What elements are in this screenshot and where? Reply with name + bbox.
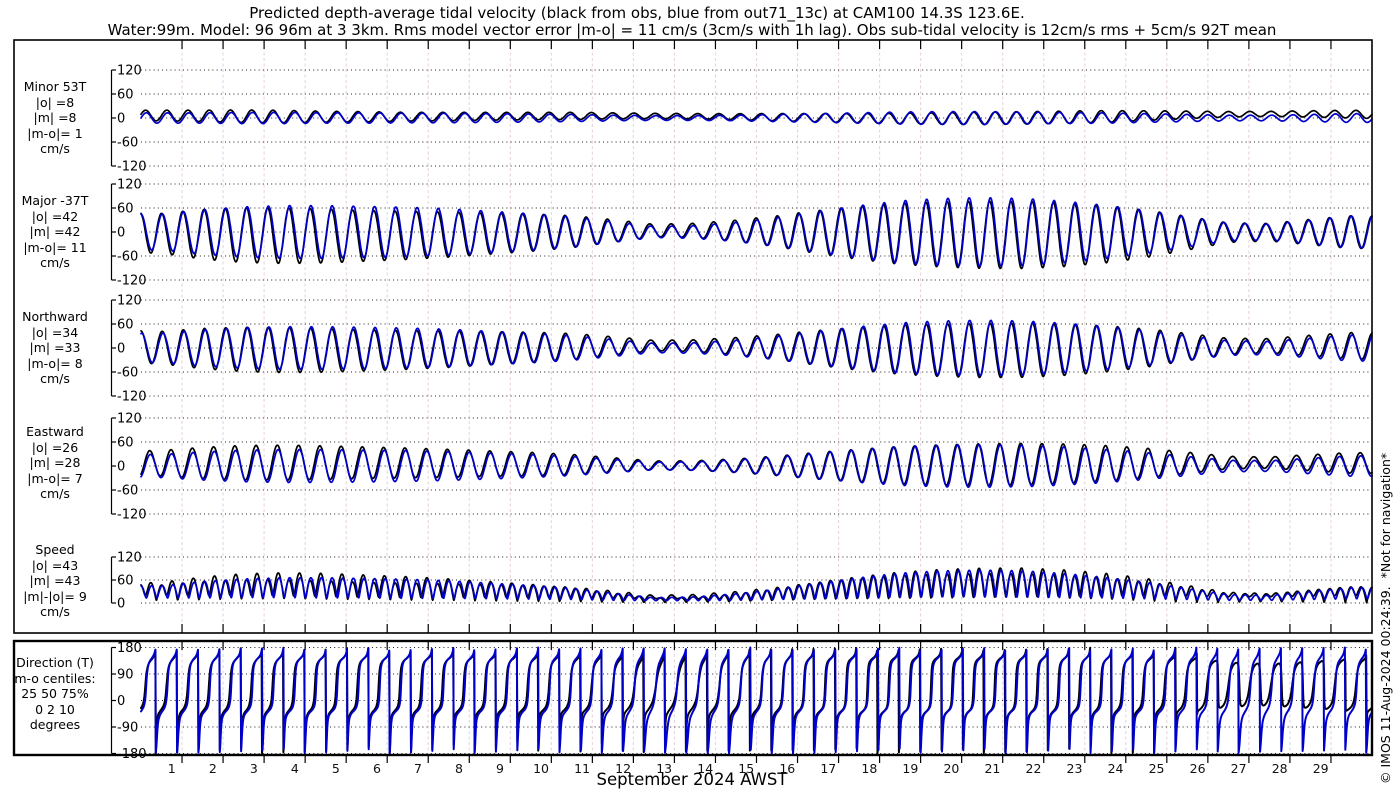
centiles-caption: m-o centiles: (14, 670, 96, 686)
model-stat: |m| =28 (29, 455, 81, 470)
obs-stat: |o| =43 (31, 557, 79, 573)
svg-text:60: 60 (117, 436, 134, 451)
unit-label: cm/s (40, 255, 70, 270)
unit-label: cm/s (40, 604, 70, 619)
axis-eastward: 120 60 0 -60 -120 (110, 412, 1371, 523)
svg-text:60: 60 (117, 202, 134, 217)
panel-label-major: Major -37T |o| =42 |m| =42 |m-o|= 11 cm/… (2, 193, 108, 271)
obs-stat: |o| =8 (35, 94, 75, 110)
svg-text:60: 60 (117, 318, 134, 333)
obs-stat: |o| =42 (31, 208, 79, 224)
svg-text:0: 0 (117, 597, 125, 612)
svg-text:0: 0 (117, 342, 125, 357)
imos-watermark: © IMOS 11-Aug-2024 00:24:39. *Not for na… (1378, 452, 1393, 784)
model-stat: |m| =33 (29, 340, 81, 355)
svg-text:120: 120 (117, 178, 142, 193)
panel-label-direction: Direction (T) m-o centiles: 25 50 75% 0 … (2, 655, 108, 733)
unit-label: degrees (29, 717, 81, 732)
axis-speed: 120 60 0 (110, 551, 1371, 612)
svg-text:-60: -60 (117, 136, 138, 151)
svg-text:-60: -60 (117, 484, 138, 499)
error-stat: |m-o|= 7 (27, 470, 83, 486)
svg-text:0: 0 (117, 226, 125, 241)
svg-text:0: 0 (117, 112, 125, 127)
svg-text:-60: -60 (117, 250, 138, 265)
model-stat: |m| =8 (33, 110, 77, 125)
obs-stat: |o| =34 (31, 324, 79, 340)
panel-title: Major -37T (21, 193, 89, 208)
svg-text:90: 90 (117, 668, 134, 683)
error-stat: |m|-|o|= 9 (23, 588, 87, 604)
svg-text:-120: -120 (117, 274, 147, 289)
svg-text:120: 120 (117, 551, 142, 566)
panel-title: Northward (22, 309, 88, 324)
tidal-velocity-plot-page: Predicted depth-average tidal velocity (… (0, 0, 1400, 800)
svg-text:-120: -120 (117, 508, 147, 523)
plot-canvas: 120600-60-120120600-60-120120600-60-1201… (12, 39, 1374, 776)
panel-title: Minor 53T (23, 79, 87, 94)
svg-text:120: 120 (117, 412, 142, 427)
svg-text:60: 60 (117, 88, 134, 103)
svg-text:120: 120 (117, 64, 142, 79)
velocity-frame (13, 39, 1373, 634)
svg-text:-90: -90 (117, 720, 138, 735)
panel-label-minor: Minor 53T |o| =8 |m| =8 |m-o|= 1 cm/s (2, 79, 108, 157)
direction-frame (12, 639, 1374, 757)
unit-label: cm/s (40, 371, 70, 386)
panel-label-northward: Northward |o| =34 |m| =33 |m-o|= 8 cm/s (2, 309, 108, 387)
svg-text:60: 60 (117, 574, 134, 589)
model-stat: |m| =42 (29, 224, 81, 239)
unit-label: cm/s (40, 141, 70, 156)
model-series-speed (140, 569, 1373, 602)
error-stat: |m-o|= 11 (23, 239, 87, 255)
unit-label: cm/s (40, 486, 70, 501)
svg-text:-120: -120 (117, 390, 147, 405)
panel-title: Direction (T) (16, 655, 94, 670)
panel-label-eastward: Eastward |o| =26 |m| =28 |m-o|= 7 cm/s (2, 424, 108, 502)
obs-stat: |o| =26 (31, 439, 79, 455)
panel-title: Eastward (26, 424, 84, 439)
svg-text:-120: -120 (117, 160, 147, 175)
panel-title: Speed (35, 542, 75, 557)
svg-text:180: 180 (117, 641, 142, 656)
svg-text:0: 0 (117, 460, 125, 475)
error-stat: |m-o|= 8 (27, 355, 83, 371)
svg-text:-60: -60 (117, 366, 138, 381)
panel-label-speed: Speed |o| =43 |m| =43 |m|-|o|= 9 cm/s (2, 542, 108, 620)
model-stat: |m| =43 (29, 573, 81, 588)
centiles-values: 0 2 10 (35, 701, 75, 717)
plot-frames (12, 39, 1374, 757)
svg-text:120: 120 (117, 294, 142, 309)
error-stat: |m-o|= 1 (27, 125, 83, 141)
x-axis-title: September 2024 AWST (596, 770, 788, 789)
svg-text:0: 0 (117, 694, 125, 709)
centiles-pct: 25 50 75% (21, 686, 89, 701)
